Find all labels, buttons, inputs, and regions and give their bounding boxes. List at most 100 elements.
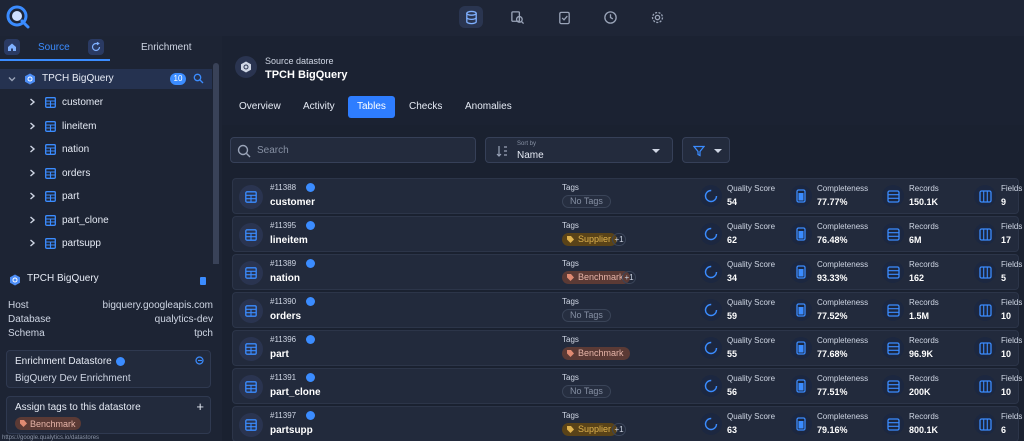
- chevron-right-icon[interactable]: [28, 215, 36, 224]
- more-tags-badge[interactable]: +1: [612, 423, 626, 436]
- table-row[interactable]: #11390 orders Tags No Tags Quality Score 59 Co…: [232, 292, 1022, 328]
- tab-enrichment[interactable]: Enrichment: [141, 42, 192, 53]
- records-label: Records: [909, 336, 939, 345]
- fields-value: 10: [1001, 349, 1012, 359]
- tree-item-label: nation: [62, 144, 90, 155]
- tree-item-table[interactable]: part_clone: [0, 210, 212, 232]
- add-tag-icon[interactable]: +: [196, 399, 204, 414]
- chevron-right-icon[interactable]: [28, 239, 36, 247]
- chevron-right-icon[interactable]: [28, 145, 36, 153]
- enrichment-datastore-box[interactable]: Enrichment Datastore BigQuery Dev Enrich…: [6, 350, 211, 388]
- info-icon[interactable]: [306, 183, 315, 192]
- info-icon[interactable]: [115, 356, 125, 366]
- left-scrollbar[interactable]: [213, 63, 219, 289]
- quality-label: Quality Score: [727, 374, 776, 383]
- qualytics-logo[interactable]: [5, 4, 31, 30]
- info-icon[interactable]: [306, 411, 315, 420]
- tree-item-table[interactable]: part: [0, 186, 212, 208]
- tab-source[interactable]: Source: [38, 42, 70, 53]
- table-name[interactable]: part_clone: [270, 387, 321, 398]
- tree-item-table[interactable]: customer: [0, 92, 212, 114]
- table-row[interactable]: #11397 partsupp Tags Supplier +1 Quality Scor…: [232, 406, 1022, 441]
- table-row[interactable]: #11389 nation Tags Benchmark +1 Quality Score…: [232, 254, 1022, 290]
- supplier-tag[interactable]: Supplier: [562, 233, 618, 246]
- table-name[interactable]: part: [270, 349, 289, 360]
- tab-tables[interactable]: Tables: [348, 96, 395, 118]
- search-input[interactable]: Search: [230, 137, 476, 163]
- supplier-tag[interactable]: Supplier: [562, 423, 618, 436]
- table-icon: [45, 167, 56, 179]
- fields-icon: [974, 185, 996, 207]
- chevron-right-icon[interactable]: [28, 168, 36, 177]
- clock-icon[interactable]: [598, 6, 622, 28]
- table-row[interactable]: #11388 customer Tags No Tags Quality Score 54…: [232, 178, 1023, 214]
- completeness-label: Completeness: [817, 184, 869, 193]
- clipboard-check-icon[interactable]: [552, 6, 576, 28]
- tree-item-table[interactable]: nation: [0, 139, 212, 161]
- external-link-icon[interactable]: [195, 356, 204, 365]
- benchmark-tag[interactable]: Benchmark: [562, 271, 630, 284]
- fields-value: 9: [1001, 197, 1007, 207]
- home-icon[interactable]: [4, 39, 20, 55]
- refresh-icon[interactable]: [88, 39, 104, 55]
- table-name[interactable]: nation: [270, 273, 300, 284]
- tree-item-table[interactable]: orders: [0, 163, 212, 185]
- tab-anomalies[interactable]: Anomalies: [456, 96, 521, 118]
- table-count-badge: 10: [170, 73, 186, 85]
- table-name[interactable]: customer: [270, 197, 315, 208]
- quality-value: 63: [727, 425, 738, 435]
- tab-overview[interactable]: Overview: [230, 96, 290, 118]
- info-icon[interactable]: [306, 221, 315, 230]
- fields-label: Fields: [1001, 184, 1023, 193]
- table-id: #11396: [270, 335, 297, 344]
- datastore-tree-root[interactable]: TPCH BigQuery 10: [0, 69, 212, 89]
- more-tags-badge[interactable]: +1: [612, 233, 626, 246]
- chevron-down-icon[interactable]: [7, 74, 17, 84]
- tab-activity[interactable]: Activity: [294, 96, 344, 118]
- info-icon[interactable]: [306, 373, 315, 382]
- fields-icon: [974, 337, 996, 359]
- no-tags-badge: No Tags: [562, 195, 611, 208]
- database-label: Database: [8, 314, 51, 325]
- more-tags-badge[interactable]: +1: [622, 271, 636, 284]
- info-icon[interactable]: [306, 259, 315, 268]
- completeness-label: Completeness: [817, 298, 869, 307]
- fields-value: 5: [1001, 273, 1007, 283]
- chevron-right-icon[interactable]: [28, 98, 36, 106]
- tree-item-table[interactable]: lineitem: [0, 116, 212, 138]
- search-icon[interactable]: [193, 73, 204, 84]
- search-icon: [237, 144, 251, 158]
- table-name[interactable]: lineitem: [270, 235, 308, 246]
- records-label: Records: [909, 184, 939, 193]
- info-icon[interactable]: [306, 335, 315, 344]
- gear-icon[interactable]: [645, 6, 669, 28]
- table-row[interactable]: #11391 part_clone Tags No Tags Quality Score…: [232, 368, 1022, 404]
- quality-icon: [700, 337, 722, 359]
- table-row[interactable]: #11396 part Tags Benchmark Quality Score 55 Co…: [232, 330, 1022, 366]
- records-label: Records: [909, 260, 939, 269]
- assign-tags-box[interactable]: Assign tags to this datastore + Benchmar…: [6, 396, 211, 434]
- benchmark-tag[interactable]: Benchmark: [15, 417, 81, 430]
- tag-icon: [567, 426, 574, 433]
- sort-icon: [496, 146, 507, 157]
- tab-checks[interactable]: Checks: [400, 96, 451, 118]
- tags-label: Tags: [562, 297, 579, 306]
- explore-nav-icon[interactable]: [505, 6, 529, 28]
- host-value: bigquery.googleapis.com: [102, 300, 213, 311]
- fields-label: Fields: [1001, 222, 1023, 231]
- sort-select[interactable]: Sort by Name: [485, 137, 673, 163]
- tags-label: Tags: [562, 221, 579, 230]
- table-row[interactable]: #11395 lineitem Tags Supplier +1 Quality Scor…: [232, 216, 1023, 252]
- details-menu-icon[interactable]: [200, 277, 206, 285]
- datastores-nav-icon[interactable]: [459, 6, 483, 28]
- table-name[interactable]: partsupp: [270, 425, 313, 436]
- table-name[interactable]: orders: [270, 311, 301, 322]
- benchmark-tag[interactable]: Benchmark: [562, 347, 630, 360]
- tree-item-table[interactable]: partsupp: [0, 233, 212, 255]
- fields-value: 10: [1001, 311, 1012, 321]
- chevron-right-icon[interactable]: [28, 192, 36, 200]
- chevron-right-icon[interactable]: [28, 121, 36, 130]
- info-icon[interactable]: [306, 297, 315, 306]
- enrichment-title: Enrichment Datastore: [15, 356, 125, 367]
- filter-button[interactable]: [682, 137, 730, 163]
